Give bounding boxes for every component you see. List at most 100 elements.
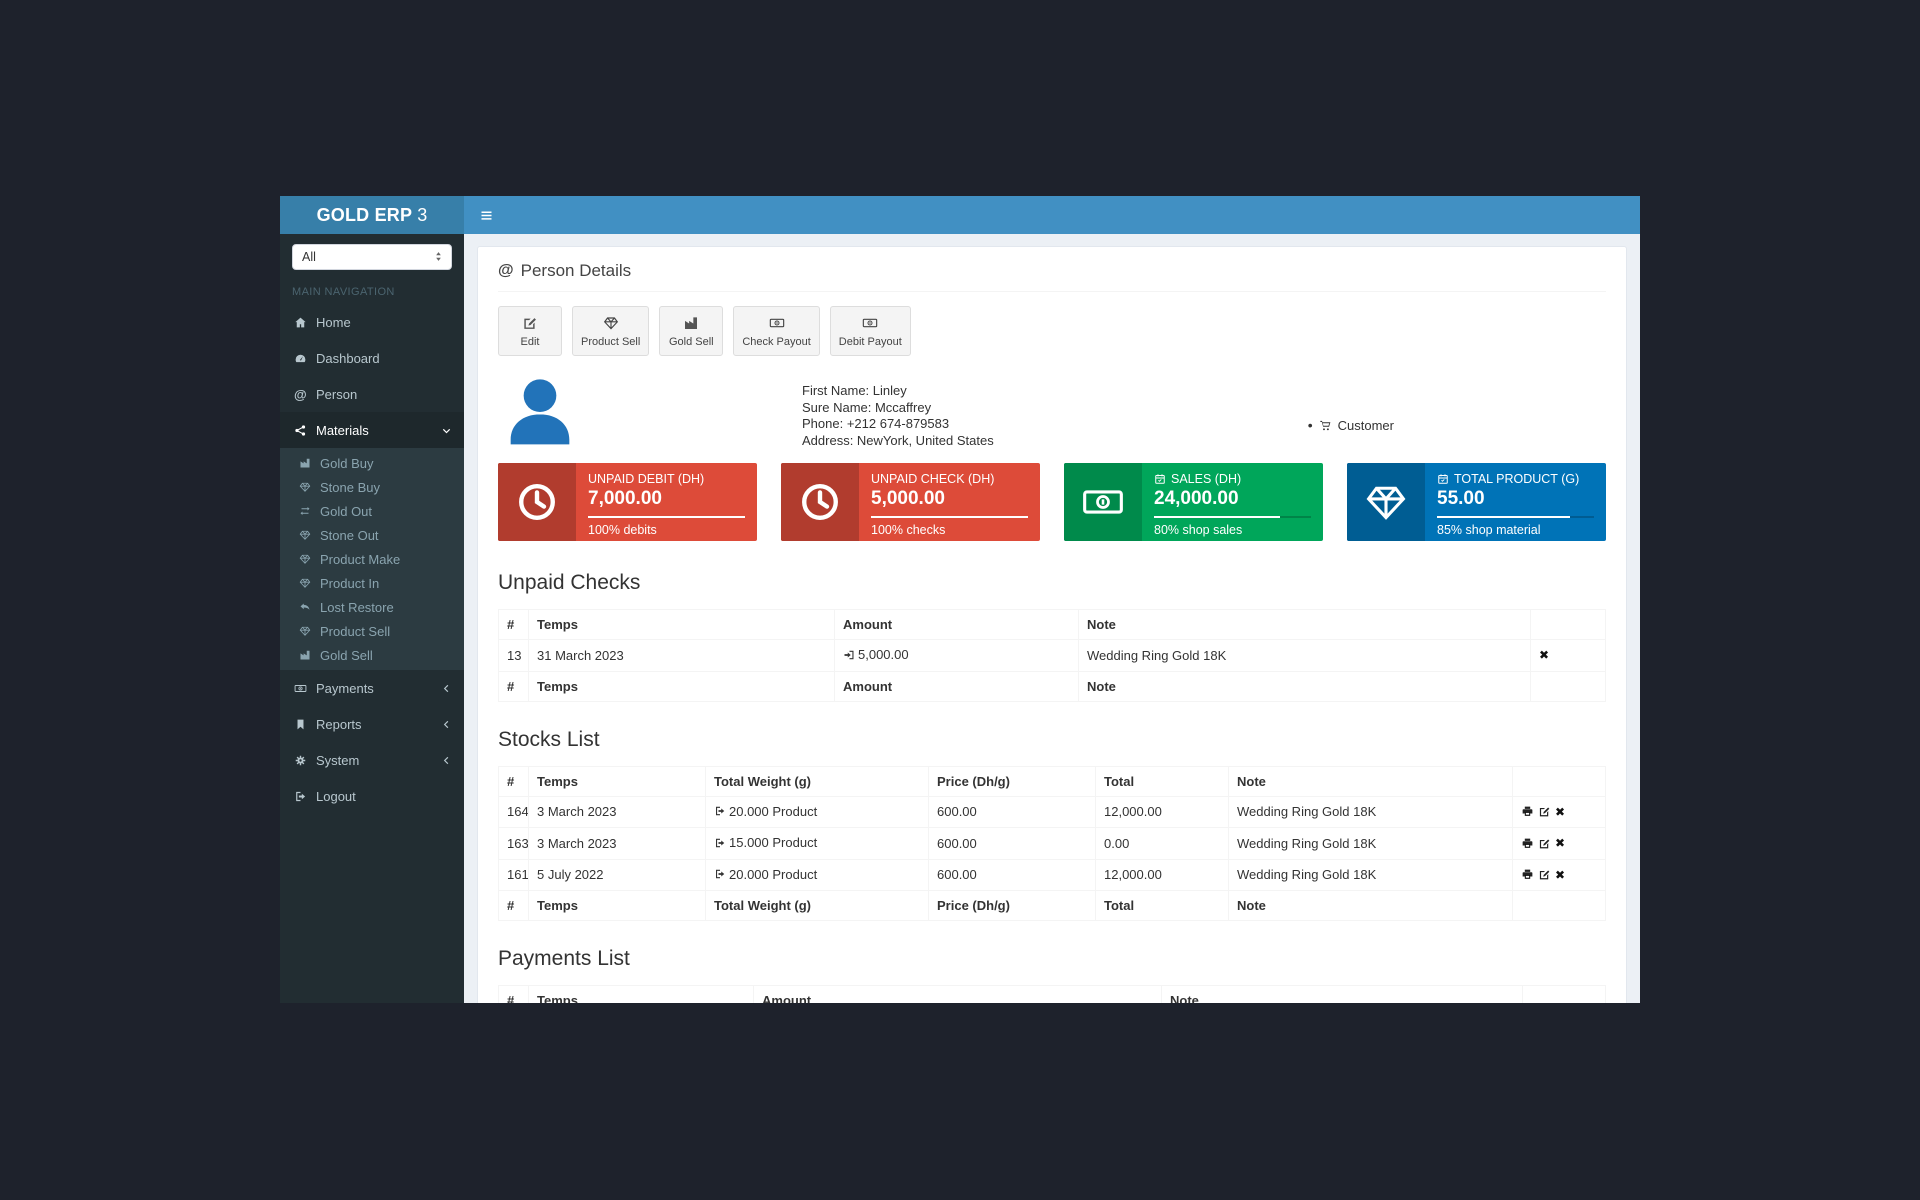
cell-amount: 5,000.00 — [835, 640, 1079, 672]
column-header: Temps — [529, 986, 754, 1004]
cell-note: Wedding Ring Gold 18K — [1079, 640, 1531, 672]
diamond-icon — [603, 315, 619, 331]
gear-icon — [294, 754, 316, 767]
calendar-icon — [1437, 473, 1449, 485]
sidebar-item-product-in[interactable]: Product In — [280, 571, 464, 595]
sidebar-item-label: Materials — [316, 423, 369, 438]
edit-icon[interactable] — [1538, 837, 1551, 850]
person-first-name: First Name: Linley — [802, 383, 994, 400]
stat-description: 100% checks — [871, 523, 1028, 537]
cell-price: 600.00 — [929, 859, 1096, 891]
column-header: Note — [1079, 610, 1531, 640]
sidebar-item-label: Dashboard — [316, 351, 380, 366]
cell-weight: 20.000 Product — [706, 796, 929, 828]
cell-note: Wedding Ring Gold 18K — [1229, 828, 1513, 860]
chevron-down-icon — [441, 425, 452, 436]
sidebar-item-logout[interactable]: Logout — [280, 778, 464, 814]
stat-label: UNPAID DEBIT (DH) — [588, 472, 745, 486]
print-icon[interactable] — [1521, 805, 1534, 818]
stat-description: 85% shop material — [1437, 523, 1594, 537]
column-footer: Amount — [835, 671, 1079, 701]
sign-out-icon — [714, 868, 726, 880]
cell-note: Wedding Ring Gold 18K — [1229, 796, 1513, 828]
money-icon — [769, 315, 785, 331]
cell-id: 13 — [499, 640, 529, 672]
cell-total: 12,000.00 — [1096, 796, 1229, 828]
column-header: Note — [1229, 766, 1513, 796]
delete-icon[interactable]: ✖ — [1555, 868, 1565, 882]
sidebar-item-product-make[interactable]: Product Make — [280, 547, 464, 571]
stat-label: TOTAL PRODUCT (G) — [1437, 472, 1594, 486]
top-bar: GOLD ERP 3 — [280, 196, 1640, 234]
clock-icon — [781, 463, 859, 541]
column-footer: # — [499, 891, 529, 921]
person-type: • Customer — [1308, 371, 1394, 451]
sidebar-item-home[interactable]: Home — [280, 304, 464, 340]
product-sell-button[interactable]: Product Sell — [572, 306, 649, 356]
delete-icon[interactable]: ✖ — [1539, 648, 1549, 662]
sidebar-item-payments[interactable]: Payments — [280, 670, 464, 706]
print-icon[interactable] — [1521, 868, 1534, 881]
person-details-card: @ Person Details Edit Product Sell Gold … — [477, 246, 1627, 1003]
sidebar-item-lost-restore[interactable]: Lost Restore — [280, 595, 464, 619]
column-header: Amount — [835, 610, 1079, 640]
money-icon — [1064, 463, 1142, 541]
check-payout-button[interactable]: Check Payout — [733, 306, 819, 356]
cell-temps: 3 March 2023 — [529, 828, 706, 860]
sidebar-item-materials[interactable]: Materials — [280, 412, 464, 448]
delete-icon[interactable]: ✖ — [1555, 805, 1565, 819]
sign-out-icon — [714, 837, 726, 849]
column-header-actions — [1523, 986, 1606, 1004]
cell-id: 164 — [499, 796, 529, 828]
sidebar-item-product-sell[interactable]: Product Sell — [280, 619, 464, 643]
sidebar-item-system[interactable]: System — [280, 742, 464, 778]
stat-boxes: UNPAID DEBIT (DH) 7,000.00 100% debits U… — [498, 463, 1606, 541]
column-header: Note — [1162, 986, 1523, 1004]
sidebar: All MAIN NAVIGATION Home Dashboard @ Per… — [280, 234, 464, 1003]
sidebar-item-person[interactable]: @ Person — [280, 376, 464, 412]
gold-sell-button[interactable]: Gold Sell — [659, 306, 723, 356]
sidebar-item-gold-buy[interactable]: Gold Buy — [280, 451, 464, 475]
user-icon — [498, 371, 582, 451]
sidebar-item-gold-out[interactable]: Gold Out — [280, 499, 464, 523]
stat-value: 24,000.00 — [1154, 488, 1311, 510]
logo-text-light: 3 — [417, 205, 427, 226]
sidebar-item-dashboard[interactable]: Dashboard — [280, 340, 464, 376]
sidebar-item-label: Product Make — [320, 552, 400, 567]
payments-table: # Temps Amount Note 14 3 March 2023 3,50… — [498, 985, 1606, 1003]
table-row: 161 5 July 2022 20.000 Product 600.00 12… — [499, 859, 1606, 891]
app-logo[interactable]: GOLD ERP 3 — [280, 196, 464, 234]
sidebar-item-gold-sell[interactable]: Gold Sell — [280, 643, 464, 667]
share-nodes-icon — [294, 424, 316, 437]
column-header-actions — [1513, 766, 1606, 796]
sidebar-item-stone-buy[interactable]: Stone Buy — [280, 475, 464, 499]
progress-bar — [1154, 516, 1280, 518]
main-content: @ Person Details Edit Product Sell Gold … — [464, 234, 1640, 1003]
category-filter-select[interactable]: All — [292, 244, 452, 270]
sidebar-item-label: Home — [316, 315, 351, 330]
chevron-left-icon — [441, 683, 452, 694]
sidebar-item-reports[interactable]: Reports — [280, 706, 464, 742]
edit-button[interactable]: Edit — [498, 306, 562, 356]
delete-icon[interactable]: ✖ — [1555, 836, 1565, 850]
sidebar-toggle-button[interactable] — [464, 196, 508, 234]
at-icon: @ — [294, 387, 316, 402]
sidebar-item-stone-out[interactable]: Stone Out — [280, 523, 464, 547]
sidebar-item-label: Reports — [316, 717, 362, 732]
edit-icon[interactable] — [1538, 868, 1551, 881]
print-icon[interactable] — [1521, 837, 1534, 850]
sidebar-item-label: Gold Out — [320, 504, 372, 519]
button-label: Gold Sell — [669, 336, 714, 348]
unpaid-checks-table: # Temps Amount Note 13 31 March 2023 — [498, 609, 1606, 702]
progress-track — [588, 516, 745, 518]
cell-total: 0.00 — [1096, 828, 1229, 860]
cell-temps: 31 March 2023 — [529, 640, 835, 672]
edit-icon[interactable] — [1538, 805, 1551, 818]
stat-value: 5,000.00 — [871, 488, 1028, 510]
table-row: 13 31 March 2023 5,000.00 Wedding Ring G… — [499, 640, 1606, 672]
stat-sales: SALES (DH) 24,000.00 80% shop sales — [1064, 463, 1323, 541]
person-phone: Phone: +212 674-879583 — [802, 416, 994, 433]
diamond-icon — [299, 481, 320, 493]
debit-payout-button[interactable]: Debit Payout — [830, 306, 911, 356]
chevron-left-icon — [441, 755, 452, 766]
